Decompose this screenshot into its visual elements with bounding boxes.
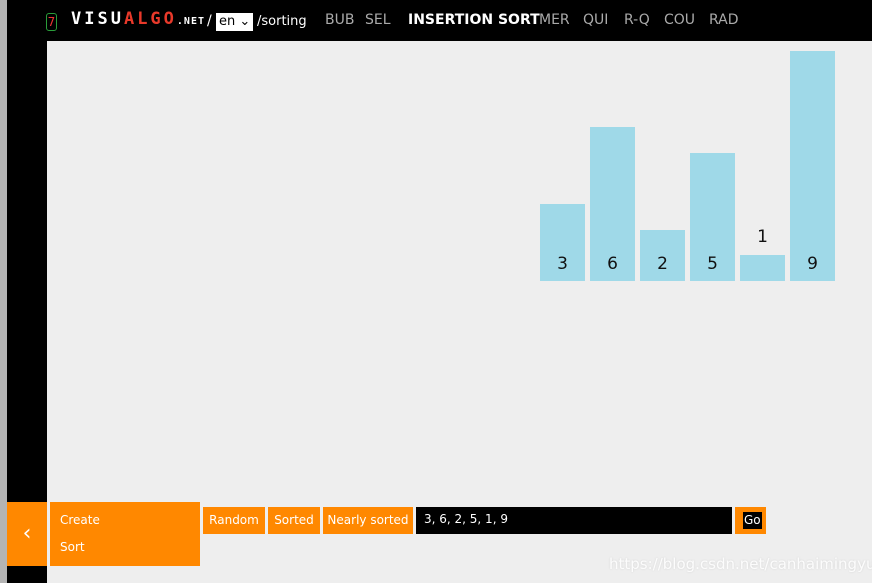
nav-qui[interactable]: QUI [583,12,608,28]
chevron-down-icon: ⌄ [239,14,251,29]
go-button[interactable]: Go [735,507,766,534]
logo-algo: ALGO [123,9,177,29]
nav-cou[interactable]: COU [664,12,695,28]
sorted-button[interactable]: Sorted [268,507,320,534]
go-label: Go [743,512,762,529]
top-bar: 7 VISUALGO.NET / en ⌄ /sorting BUB SEL INS… [7,0,872,41]
bar-label: 1 [757,227,768,248]
nav-sel[interactable]: SEL [365,12,391,28]
array-input[interactable]: 3, 6, 2, 5, 1, 9 [416,507,732,534]
bar-label: 3 [557,254,568,274]
language-select[interactable]: en ⌄ [216,13,253,31]
nearly-sorted-button[interactable]: Nearly sorted [323,507,413,534]
bar-label: 9 [807,254,818,274]
nav-rad[interactable]: RAD [709,12,739,28]
bar-label: 6 [607,254,618,274]
window-edge [0,0,7,583]
language-value: en [219,14,236,29]
logo[interactable]: VISUALGO.NET [71,9,205,29]
logo-net: .NET [176,16,205,27]
path-label: /sorting [257,14,307,29]
chevron-left-icon: ‹ [22,521,32,546]
logo-digit: 7 [46,13,57,31]
array-bar [740,255,785,281]
separator: / [207,13,212,29]
bar-label: 2 [657,254,668,274]
array-bar [790,50,835,281]
collapse-button[interactable]: ‹ [7,502,47,566]
random-button[interactable]: Random [203,507,265,534]
nav-r-q[interactable]: R-Q [624,12,650,28]
left-column [7,0,47,583]
menu-sort[interactable]: Sort [60,540,85,554]
watermark: https://blog.csdn.net/canhaimingyue [609,555,872,573]
bar-label: 5 [707,254,718,274]
menu-create[interactable]: Create [60,513,100,527]
action-menu: Create Sort [50,502,200,566]
nav-insertion-sort[interactable]: INSERTION SORT [408,12,540,28]
nav-mer[interactable]: MER [539,12,570,28]
nav-bub[interactable]: BUB [325,12,354,28]
logo-visu: VISU [71,9,124,29]
